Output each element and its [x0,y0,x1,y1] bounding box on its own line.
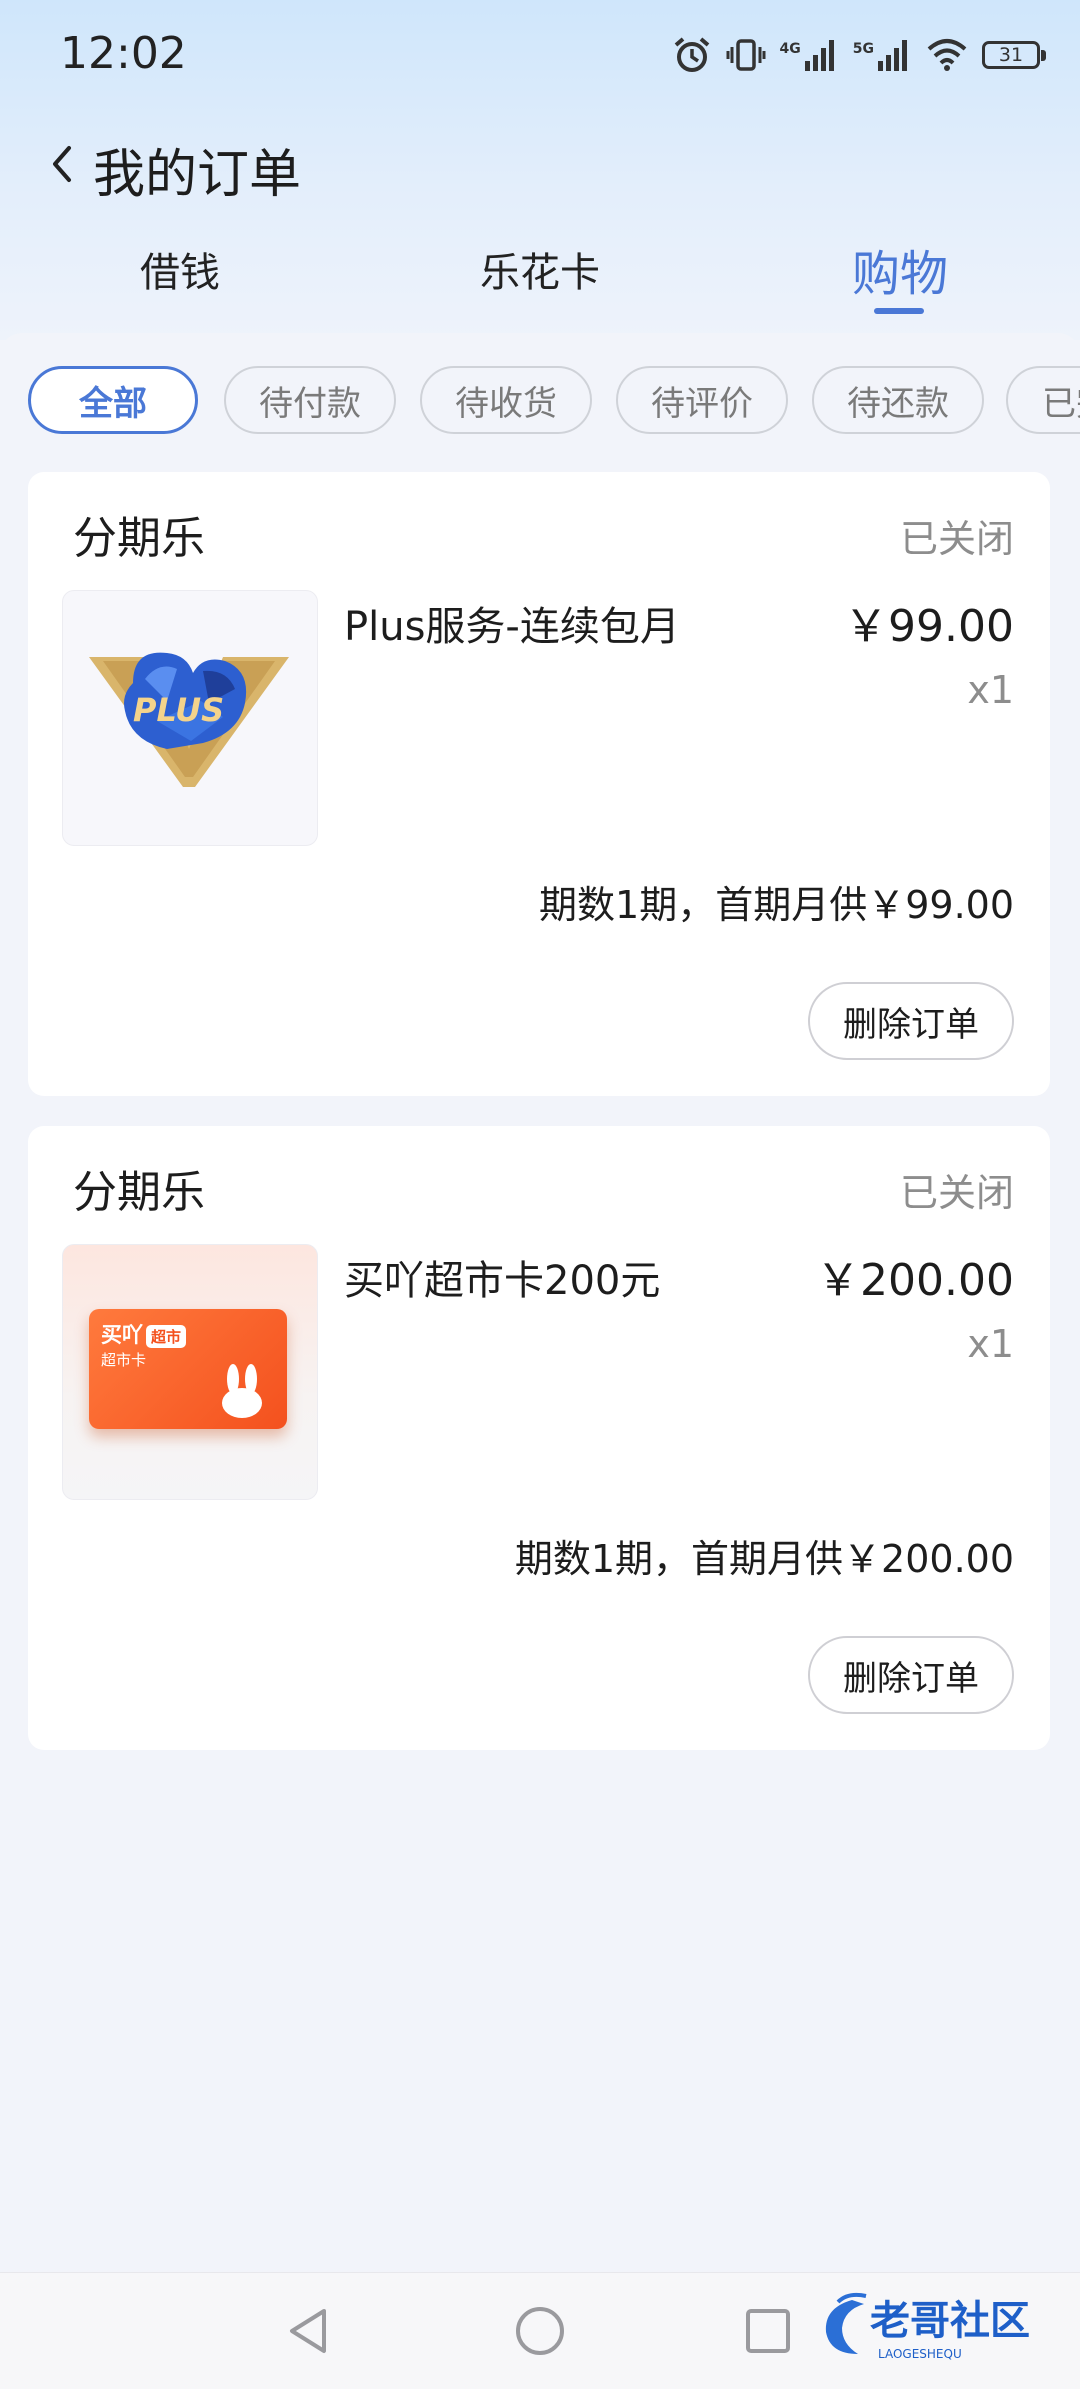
order-status: 已关闭 [899,517,1014,561]
alarm-icon [672,35,712,75]
tab-active-indicator [874,308,924,314]
signal-icon: 4G [780,37,839,73]
recents-nav-icon[interactable] [708,2273,828,2389]
battery-icon: 31 [982,41,1046,69]
category-tabs: 借钱 乐花卡 购物 [0,240,1080,320]
vibrate-icon [726,35,766,75]
network-type-label: 4G [779,41,801,57]
network-type-label: 5G [852,41,874,57]
chevron-left-icon [47,142,77,190]
order-card[interactable]: 分期乐 已关闭 买吖 超市 超市卡 买吖超市卡200元 ￥200.00 x1 期数… [28,1126,1050,1750]
tab-lehua-card[interactable]: 乐花卡 [480,240,600,298]
svg-text:PLUS: PLUS [133,691,224,729]
status-time: 12:02 [60,28,187,79]
filter-chip-completed[interactable]: 已完 [1006,366,1080,434]
status-bar: 12:02 4G 5G 31 [0,0,1080,110]
product-quantity: x1 [967,668,1014,712]
product-price: ￥200.00 [816,1255,1014,1306]
tab-borrow[interactable]: 借钱 [140,240,220,298]
order-card[interactable]: 分期乐 已关闭 PLUS Plus服务-连续包月 ￥99.00 x1 期数1期，… [28,472,1050,1096]
merchant-name: 分期乐 [73,1167,205,1218]
filter-chip-pending-review[interactable]: 待评价 [616,366,788,434]
delete-order-button[interactable]: 删除订单 [808,1636,1014,1714]
plus-logo-icon: PLUS [89,652,289,787]
watermark-text: 老哥社区 [870,2298,1030,2344]
battery-level: 31 [998,44,1024,66]
back-button[interactable] [34,138,90,194]
order-status: 已关闭 [899,1171,1014,1215]
supermarket-card-image: 买吖 超市 超市卡 [89,1309,287,1429]
home-nav-icon[interactable] [480,2273,600,2389]
wifi-icon [926,37,968,73]
filter-chip-pending-payment[interactable]: 待付款 [224,366,396,434]
product-name: Plus服务-连续包月 [344,604,680,650]
card-tag-label: 超市 [146,1324,187,1348]
filter-chip-all[interactable]: 全部 [28,366,198,434]
installment-info: 期数1期，首期月供￥99.00 [539,883,1014,927]
filter-chip-pending-receipt[interactable]: 待收货 [420,366,592,434]
status-icons: 4G 5G 31 [672,30,1046,80]
watermark-subtext: LAOGESHEQU [878,2347,962,2361]
product-quantity: x1 [967,1322,1014,1366]
product-thumbnail[interactable]: 买吖 超市 超市卡 [62,1244,318,1500]
installment-info: 期数1期，首期月供￥200.00 [514,1537,1014,1581]
card-brand-label: 买吖 超市 [101,1319,187,1349]
watermark-logo: 老哥社区 LAOGESHEQU [818,2288,1068,2364]
page-header: 我的订单 [0,118,1080,214]
filter-chip-pending-repayment[interactable]: 待还款 [812,366,984,434]
card-sub-label: 超市卡 [101,1351,147,1369]
product-thumbnail[interactable]: PLUS [62,590,318,846]
delete-order-button[interactable]: 删除订单 [808,982,1014,1060]
product-price: ￥99.00 [844,601,1014,652]
rabbit-icon [222,1364,262,1418]
page-title: 我的订单 [93,145,302,205]
back-nav-icon[interactable] [248,2273,368,2389]
product-name: 买吖超市卡200元 [344,1258,661,1304]
signal-icon: 5G [853,37,912,73]
order-status-filters: 全部 待付款 待收货 待评价 待还款 已完 [0,366,1080,440]
tab-shopping[interactable]: 购物 [852,234,948,304]
merchant-name: 分期乐 [73,513,205,564]
